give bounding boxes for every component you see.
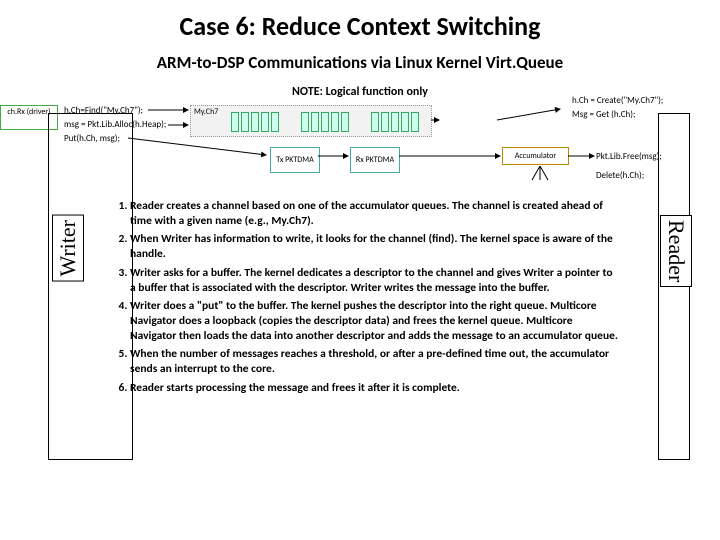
step-3: Writer asks for a buffer. The kernel ded…: [130, 266, 620, 295]
rx-pktdma: Rx PKTDMA: [350, 147, 400, 173]
page-subtitle: ARM-to-DSP Communications via Linux Kern…: [0, 52, 720, 73]
channel-label: My.Ch7: [194, 107, 218, 117]
step-4: Writer does a "put" to the buffer. The k…: [130, 299, 620, 343]
reader-get-label: Msg = Get (h.Ch);: [572, 109, 663, 120]
writer-label: Writer: [52, 215, 84, 282]
interrupt-icon: [530, 166, 550, 186]
tx-pktdma: Tx PKTDMA: [270, 147, 320, 173]
reader-ops-top: h.Ch = Create("My.Ch7"); Msg = Get (h.Ch…: [572, 95, 663, 123]
accumulator-box: Accumulator: [502, 147, 569, 165]
reader-ops-bottom: Pkt.Lib.Free(msg); Delete(h.Ch);: [596, 151, 662, 189]
step-1: Reader creates a channel based on one of…: [130, 199, 620, 228]
steps-list: Reader creates a channel based on one of…: [110, 195, 620, 396]
page-title: Case 6: Reduce Context Switching: [0, 0, 720, 42]
step-6: Reader starts processing the message and…: [130, 381, 620, 396]
writer-frame: [48, 113, 133, 460]
reader-delete-label: Delete(h.Ch);: [596, 170, 662, 181]
reader-label: Reader: [660, 215, 692, 287]
reader-free-label: Pkt.Lib.Free(msg);: [596, 151, 662, 162]
channel-chip: My.Ch7: [190, 105, 432, 137]
reader-create-label: h.Ch = Create("My.Ch7");: [572, 95, 663, 106]
step-2: When Writer has information to write, it…: [130, 232, 620, 261]
step-5: When the number of messages reaches a th…: [130, 347, 620, 376]
